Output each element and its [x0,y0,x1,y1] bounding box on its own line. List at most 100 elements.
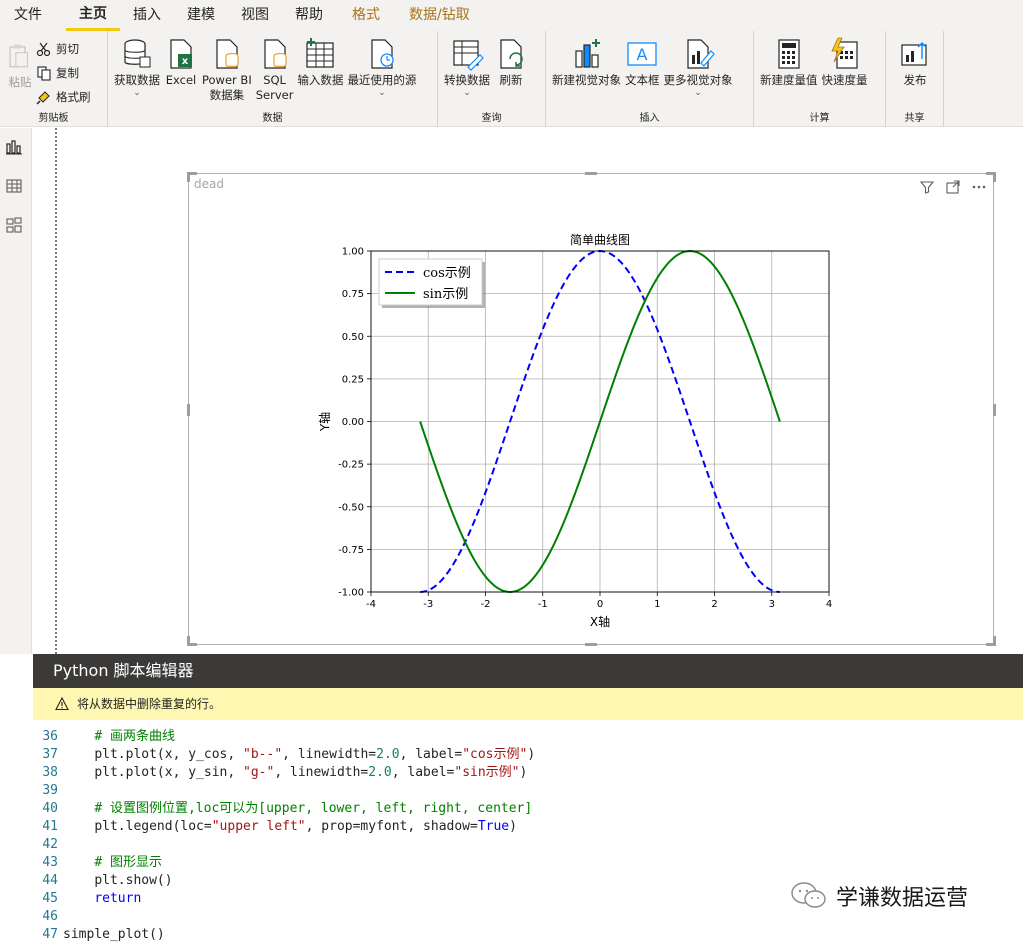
data-group: 获取数据 ⌄ x Excel Power BI 数据集 SQL Server 输… [108,31,438,127]
format-painter-icon [36,91,50,105]
y-tick-label: 0.00 [342,417,364,428]
y-axis-label: Y轴 [317,412,332,432]
report-view-icon[interactable] [5,138,23,156]
transform-data-label: 转换数据 [444,73,490,87]
menu-view[interactable]: 视图 [228,0,282,31]
code-token: "cos示例" [462,747,528,762]
code-comment: # 画两条曲线 [94,729,175,744]
excel-button[interactable]: x Excel [162,35,200,90]
paste-label: 粘贴 [8,75,32,89]
refresh-button[interactable]: 刷新 [492,35,530,90]
code-line[interactable]: 40 # 设置图例位置,loc可以为[upper, lower, left, r… [33,800,1023,818]
y-tick-label: -1.00 [338,588,364,599]
ribbon: 粘贴 剪切 复制 格式刷 剪贴板 获取数据 ⌄ x Excel Power BI… [0,31,1023,127]
python-visual[interactable]: dead -4 -3 -2 -1 0 1 2 3 4 1.00 0.75 0.50 0.25 0.00 -0… [188,173,994,645]
cut-label: 剪切 [56,42,79,56]
menu-data-drill[interactable]: 数据/钻取 [396,0,483,31]
code-line[interactable]: 39 [33,782,1023,800]
resize-handle-bottom[interactable] [585,643,597,646]
code-token: , label= [391,765,455,780]
powerbi-dataset-button[interactable]: Power BI 数据集 [200,35,254,105]
model-view-icon[interactable] [5,216,23,234]
publish-button[interactable]: 发布 [890,35,934,90]
menu-modeling[interactable]: 建模 [174,0,228,31]
transform-data-button[interactable]: 转换数据 ⌄ [442,35,492,100]
powerbi-label-2: 数据集 [209,88,245,102]
code-line[interactable]: 41 plt.legend(loc="upper left", prop=myf… [33,818,1023,836]
data-group-label: 数据 [262,113,283,124]
enter-data-label: 输入数据 [297,73,344,87]
clipboard-group-label: 剪贴板 [38,113,69,124]
textbox-button[interactable]: A 文本框 [623,35,662,90]
sql-label-1: SQL [263,73,286,87]
code-line[interactable]: 38 plt.plot(x, y_sin, "g-", linewidth=2.… [33,764,1023,782]
share-group: 发布 共享 [886,31,944,127]
insert-group: 新建视觉对象 A 文本框 更多视觉对象 ⌄ 插入 [546,31,754,127]
recent-sources-button[interactable]: 最近使用的源 ⌄ [345,35,418,100]
query-group: 转换数据 ⌄ 刷新 查询 [438,31,546,127]
get-data-button[interactable]: 获取数据 ⌄ [112,35,162,100]
code-token: plt.show() [94,873,173,888]
y-tick-label: -0.50 [338,502,364,513]
code-line[interactable]: 37 plt.plot(x, y_cos, "b--", linewidth=2… [33,746,1023,764]
menu-help[interactable]: 帮助 [282,0,336,31]
menu-insert[interactable]: 插入 [120,0,174,31]
menu-home[interactable]: 主页 [66,0,120,31]
legend-label: cos示例 [423,266,471,281]
menu-bar: 文件 主页 插入 建模 视图 帮助 格式 数据/钻取 [0,0,1023,31]
chevron-down-icon: ⌄ [133,88,141,98]
more-visuals-button[interactable]: 更多视觉对象 ⌄ [662,35,735,100]
resize-handle-br-v[interactable] [993,636,996,646]
excel-icon: x [170,39,192,69]
resize-handle-top[interactable] [585,172,597,175]
copy-label: 复制 [56,66,79,80]
menu-file[interactable]: 文件 [0,0,66,31]
resize-handle-bl-v[interactable] [187,636,190,646]
textbox-label: 文本框 [625,73,660,87]
resize-handle-tr-v[interactable] [993,172,996,182]
paste-button[interactable]: 粘贴 [4,37,36,92]
line-number: 43 [42,855,58,870]
code-token: , linewidth= [274,765,369,780]
table-plus-icon [306,38,335,68]
more-visuals-label: 更多视觉对象 [663,73,733,87]
resize-handle-right[interactable] [993,404,996,416]
enter-data-button[interactable]: 输入数据 [295,35,345,90]
format-painter-button[interactable]: 格式刷 [36,85,91,109]
line-number: 41 [42,819,58,834]
code-line[interactable]: 36 # 画两条曲线 [33,728,1023,746]
x-tick-label: -1 [538,599,548,610]
data-view-icon[interactable] [5,177,23,195]
powerbi-label-1: Power BI [202,73,252,87]
resize-handle-tl-v[interactable] [187,172,190,182]
resize-handle-left[interactable] [187,404,190,416]
sql-server-button[interactable]: SQL Server [254,35,296,105]
python-editor-header: Python 脚本编辑器 [33,654,1023,688]
chevron-down-icon: ⌄ [378,88,386,98]
more-visuals-icon [687,39,715,69]
recent-sources-icon [371,39,394,69]
code-line[interactable]: 43 # 图形显示 [33,854,1023,872]
code-line[interactable]: 42 [33,836,1023,854]
code-line[interactable]: 47 simple_plot() [33,926,1023,944]
refresh-label: 刷新 [499,73,523,87]
cut-button[interactable]: 剪切 [36,37,91,61]
line-chart: -4 -3 -2 -1 0 1 2 3 4 1.00 0.75 0.50 0.25 0.00 -0.25 -0… [317,233,832,629]
code-comment: # 设置图例位置,loc可以为[upper, lower, left, righ… [94,801,533,816]
x-tick-label: 0 [597,599,603,610]
new-visual-button[interactable]: 新建视觉对象 [550,35,623,90]
copy-button[interactable]: 复制 [36,61,91,85]
svg-text:A: A [637,45,648,64]
quick-measure-button[interactable]: 快速度量 [820,35,870,90]
line-number: 46 [42,909,58,924]
code-token: 2.0 [368,765,392,780]
format-painter-label: 格式刷 [56,90,91,104]
recent-sources-label: 最近使用的源 [347,73,417,87]
menu-format[interactable]: 格式 [336,0,396,31]
new-measure-button[interactable]: 新建度量值 [758,35,820,90]
watermark-text: 学谦数据运营 [836,886,969,911]
code-token: plt.plot(x, y_cos, [94,747,244,762]
